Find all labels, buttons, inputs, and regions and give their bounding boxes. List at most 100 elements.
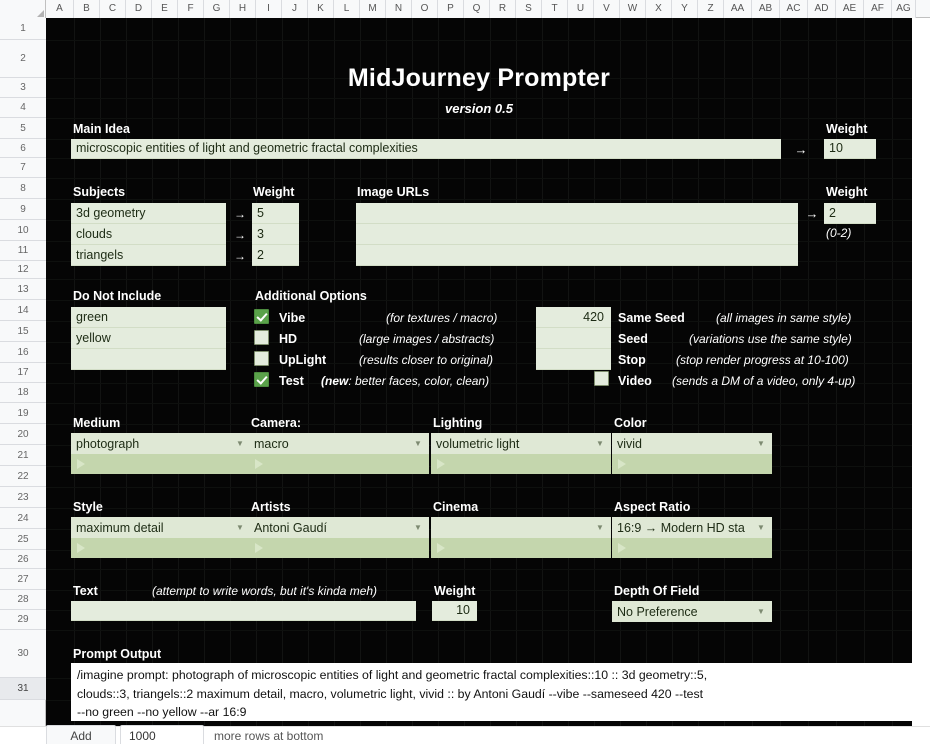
row-header-26[interactable]: 26 xyxy=(0,550,46,569)
row-header-7[interactable]: 7 xyxy=(0,158,46,178)
row-header-23[interactable]: 23 xyxy=(0,487,46,508)
row-header-25[interactable]: 25 xyxy=(0,529,46,550)
subject-weight-input[interactable]: 3 xyxy=(252,224,299,245)
do-not-include-input[interactable]: green xyxy=(71,307,226,328)
play-triangle-icon[interactable] xyxy=(255,543,263,553)
add-rows-count-input[interactable]: 1000 xyxy=(120,724,204,744)
column-header-strip[interactable]: A B C D E F G H I J K L M N O P Q R S T U V W X Y Z AA AB AC AD AE AF AG xyxy=(0,0,930,18)
depth-of-field-dropdown[interactable]: No Preference ▼ xyxy=(612,601,772,622)
lighting-dropdown[interactable]: volumetric light ▼ xyxy=(431,433,611,454)
main-idea-input[interactable]: microscopic entities of light and geomet… xyxy=(71,139,781,159)
subject-weight-input[interactable]: 5 xyxy=(252,203,299,224)
column-header-v[interactable]: V xyxy=(594,0,620,18)
column-header-d[interactable]: D xyxy=(126,0,152,18)
main-idea-weight-input[interactable]: 10 xyxy=(824,139,876,159)
style-dropdown[interactable]: maximum detail ▼ xyxy=(71,517,251,538)
row-header-13[interactable]: 13 xyxy=(0,279,46,300)
subject-input[interactable]: 3d geometry xyxy=(71,203,226,224)
subject-input[interactable]: clouds xyxy=(71,224,226,245)
row-header-14[interactable]: 14 xyxy=(0,300,46,321)
lighting-detail-bar[interactable] xyxy=(431,454,611,474)
hd-checkbox[interactable] xyxy=(254,330,269,345)
subject-weight-input[interactable]: 2 xyxy=(252,245,299,266)
image-urls-weight-input[interactable]: 2 xyxy=(824,203,876,224)
row-header-29[interactable]: 29 xyxy=(0,610,46,630)
play-triangle-icon[interactable] xyxy=(77,459,85,469)
medium-detail-bar[interactable] xyxy=(71,454,251,474)
aspect-ratio-detail-bar[interactable] xyxy=(612,538,772,558)
play-triangle-icon[interactable] xyxy=(77,543,85,553)
row-header-24[interactable]: 24 xyxy=(0,508,46,529)
image-url-input[interactable] xyxy=(356,203,798,224)
column-header-ae[interactable]: AE xyxy=(836,0,864,18)
column-header-g[interactable]: G xyxy=(204,0,230,18)
image-url-input[interactable] xyxy=(356,245,798,266)
text-input[interactable] xyxy=(71,601,416,621)
prompt-output-text[interactable]: /imagine prompt: photograph of microscop… xyxy=(71,663,912,721)
add-rows-button[interactable]: Add xyxy=(46,724,116,744)
column-header-j[interactable]: J xyxy=(282,0,308,18)
row-header-4[interactable]: 4 xyxy=(0,98,46,118)
aspect-ratio-dropdown[interactable]: 16:9 → Modern HD sta ▼ xyxy=(612,517,772,538)
column-header-i[interactable]: I xyxy=(256,0,282,18)
row-header-30[interactable]: 30 xyxy=(0,630,46,678)
column-header-w[interactable]: W xyxy=(620,0,646,18)
play-triangle-icon[interactable] xyxy=(437,543,445,553)
row-header-11[interactable]: 11 xyxy=(0,241,46,261)
camera-dropdown[interactable]: macro ▼ xyxy=(249,433,429,454)
play-triangle-icon[interactable] xyxy=(618,543,626,553)
test-checkbox[interactable] xyxy=(254,372,269,387)
column-header-u[interactable]: U xyxy=(568,0,594,18)
do-not-include-input[interactable] xyxy=(71,349,226,370)
column-header-o[interactable]: O xyxy=(412,0,438,18)
row-header-10[interactable]: 10 xyxy=(0,220,46,241)
artists-detail-bar[interactable] xyxy=(249,538,429,558)
row-header-12[interactable]: 12 xyxy=(0,261,46,279)
row-header-22[interactable]: 22 xyxy=(0,466,46,487)
column-header-z[interactable]: Z xyxy=(698,0,724,18)
video-checkbox[interactable] xyxy=(594,371,609,386)
column-header-ad[interactable]: AD xyxy=(808,0,836,18)
column-header-t[interactable]: T xyxy=(542,0,568,18)
column-header-y[interactable]: Y xyxy=(672,0,698,18)
column-header-b[interactable]: B xyxy=(74,0,100,18)
column-header-m[interactable]: M xyxy=(360,0,386,18)
column-header-s[interactable]: S xyxy=(516,0,542,18)
image-url-input[interactable] xyxy=(356,224,798,245)
column-header-x[interactable]: X xyxy=(646,0,672,18)
column-header-r[interactable]: R xyxy=(490,0,516,18)
medium-dropdown[interactable]: photograph ▼ xyxy=(71,433,251,454)
style-detail-bar[interactable] xyxy=(71,538,251,558)
column-header-a[interactable]: A xyxy=(46,0,74,18)
row-header-20[interactable]: 20 xyxy=(0,424,46,445)
column-header-c[interactable]: C xyxy=(100,0,126,18)
same-seed-input[interactable]: 420 xyxy=(536,307,611,328)
row-header-5[interactable]: 5 xyxy=(0,118,46,139)
select-all-corner[interactable] xyxy=(0,0,46,18)
column-header-e[interactable]: E xyxy=(152,0,178,18)
column-header-af[interactable]: AF xyxy=(864,0,892,18)
text-weight-input[interactable]: 10 xyxy=(432,601,477,621)
column-header-k[interactable]: K xyxy=(308,0,334,18)
do-not-include-input[interactable]: yellow xyxy=(71,328,226,349)
column-header-ab[interactable]: AB xyxy=(752,0,780,18)
row-header-21[interactable]: 21 xyxy=(0,445,46,466)
row-header-gutter[interactable]: 1 2 3 4 5 6 7 8 9 10 11 12 13 14 15 16 17 18 19 20 21 22 23 24 2… xyxy=(0,18,46,726)
artists-dropdown[interactable]: Antoni Gaudí ▼ xyxy=(249,517,429,538)
row-header-3[interactable]: 3 xyxy=(0,78,46,98)
row-header-28[interactable]: 28 xyxy=(0,590,46,610)
color-detail-bar[interactable] xyxy=(612,454,772,474)
play-triangle-icon[interactable] xyxy=(618,459,626,469)
play-triangle-icon[interactable] xyxy=(255,459,263,469)
seed-input[interactable] xyxy=(536,328,611,349)
row-header-2[interactable]: 2 xyxy=(0,40,46,78)
row-header-19[interactable]: 19 xyxy=(0,403,46,424)
column-header-ag[interactable]: AG xyxy=(892,0,916,18)
vibe-checkbox[interactable] xyxy=(254,309,269,324)
sheet-canvas[interactable]: MidJourney Prompter version 0.5 Main Ide… xyxy=(46,18,912,726)
row-header-18[interactable]: 18 xyxy=(0,383,46,403)
camera-detail-bar[interactable] xyxy=(249,454,429,474)
column-header-p[interactable]: P xyxy=(438,0,464,18)
column-header-ac[interactable]: AC xyxy=(780,0,808,18)
row-header-6[interactable]: 6 xyxy=(0,139,46,158)
